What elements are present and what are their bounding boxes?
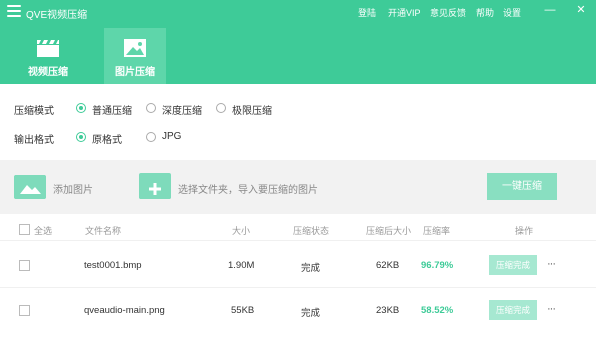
add-folder-icon[interactable]	[139, 173, 171, 199]
header-action: 操作	[515, 226, 534, 236]
header-ratio: 压缩率	[423, 226, 451, 236]
row-compress-done-button[interactable]: 压缩完成	[489, 300, 537, 320]
header-filename: 文件名称	[85, 226, 122, 236]
select-folder-label[interactable]: 选择文件夹，导入要压缩的图片	[178, 181, 318, 196]
login-link[interactable]: 登陆	[358, 6, 376, 19]
close-icon[interactable]: ✕	[575, 4, 587, 16]
header-compressed-size: 压缩后大小	[366, 226, 412, 236]
row-filename: test0001.bmp	[84, 260, 142, 271]
format-original-radio[interactable]	[76, 132, 86, 142]
row-compress-done-button[interactable]: 压缩完成	[489, 255, 537, 275]
row-compressed-size: 23KB	[376, 305, 400, 316]
app-title: QVE视频压缩	[26, 10, 88, 21]
more-icon[interactable]: ···	[547, 258, 556, 270]
app-logo-icon	[7, 5, 21, 17]
header-status: 压缩状态	[293, 226, 330, 236]
help-link[interactable]: 帮助	[476, 6, 494, 19]
format-label: 输出格式	[14, 135, 54, 146]
row-ratio: 96.79%	[421, 260, 454, 271]
select-all-checkbox[interactable]	[19, 224, 30, 235]
tab-label: 视频压缩	[28, 67, 68, 78]
mode-extreme-radio[interactable]	[216, 103, 226, 113]
row-compressed-size: 62KB	[376, 260, 400, 271]
add-image-label[interactable]: 添加图片	[53, 181, 93, 196]
mode-normal-label[interactable]: 普通压缩	[92, 102, 132, 117]
header-divider	[0, 240, 596, 241]
mode-deep-label[interactable]: 深度压缩	[162, 102, 202, 117]
row-ratio: 58.52%	[421, 305, 454, 316]
row-checkbox[interactable]	[19, 305, 30, 316]
row-status: 完成	[301, 263, 321, 274]
minimize-icon[interactable]: —	[544, 4, 556, 16]
image-icon	[124, 39, 146, 57]
compress-all-button[interactable]: 一键压缩	[487, 173, 557, 200]
feedback-link[interactable]: 意见反馈	[430, 6, 466, 19]
title-bar: QVE视频压缩 登陆 开通VIP 意见反馈 帮助 设置 — ✕	[0, 0, 596, 24]
settings-link[interactable]: 设置	[503, 6, 521, 19]
more-icon[interactable]: ···	[547, 303, 556, 315]
add-image-icon[interactable]	[14, 175, 46, 199]
format-original-label[interactable]: 原格式	[92, 131, 122, 146]
row-status: 完成	[301, 308, 321, 319]
clapperboard-icon	[37, 40, 59, 57]
select-all-label[interactable]: 全选	[34, 224, 52, 237]
tab-image-compress[interactable]: 图片压缩	[104, 28, 166, 84]
row-filename: qveaudio-main.png	[84, 305, 165, 316]
row-divider	[0, 287, 596, 288]
format-jpg-radio[interactable]	[146, 132, 156, 142]
format-jpg-label[interactable]: JPG	[162, 131, 181, 142]
tab-label: 图片压缩	[115, 67, 155, 78]
mode-extreme-label[interactable]: 极限压缩	[232, 102, 272, 117]
tab-video-compress[interactable]: 视频压缩	[17, 28, 79, 84]
mode-deep-radio[interactable]	[146, 103, 156, 113]
mode-label: 压缩模式	[14, 106, 54, 117]
app-header: QVE视频压缩 登陆 开通VIP 意见反馈 帮助 设置 — ✕ 视频压缩 图片压…	[0, 0, 596, 84]
row-checkbox[interactable]	[19, 260, 30, 271]
row-size: 55KB	[231, 305, 255, 316]
header-size: 大小	[232, 226, 251, 236]
row-size: 1.90M	[228, 260, 255, 271]
mode-normal-radio[interactable]	[76, 103, 86, 113]
vip-link[interactable]: 开通VIP	[388, 6, 421, 19]
